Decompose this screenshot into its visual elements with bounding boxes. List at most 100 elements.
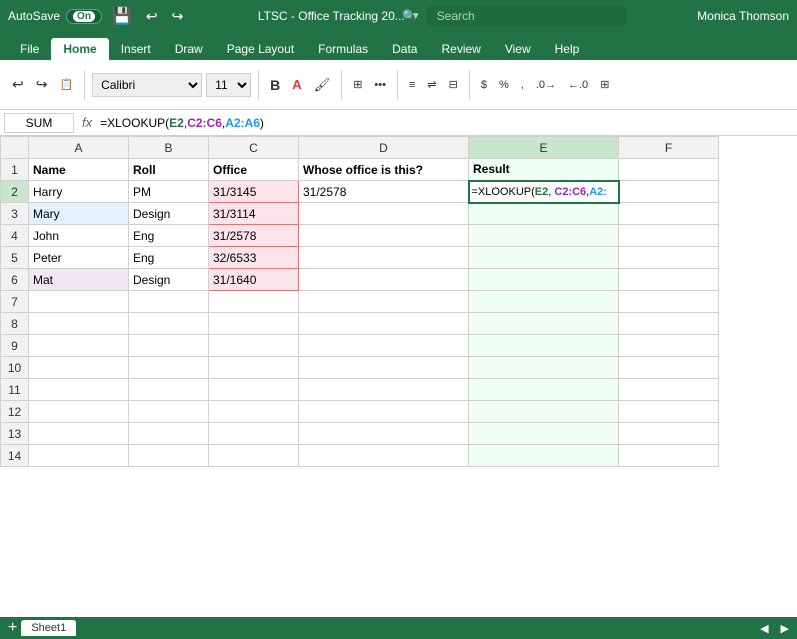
scroll-right-icon[interactable]: ▶: [781, 622, 789, 635]
cell-c2[interactable]: 31/3145: [209, 181, 299, 203]
cell-d9[interactable]: [299, 335, 469, 357]
cell-a3[interactable]: Mary: [29, 203, 129, 225]
tab-home[interactable]: Home: [51, 38, 108, 60]
cell-c7[interactable]: [209, 291, 299, 313]
cell-b12[interactable]: [129, 401, 209, 423]
cell-d6[interactable]: [299, 269, 469, 291]
undo-btn[interactable]: ↩: [8, 73, 28, 96]
autosave-toggle[interactable]: On: [66, 9, 102, 24]
cell-b14[interactable]: [129, 445, 209, 467]
tab-data[interactable]: Data: [380, 38, 429, 60]
cell-e11[interactable]: [469, 379, 619, 401]
percent-btn[interactable]: %: [495, 76, 513, 94]
col-header-f[interactable]: F: [619, 137, 719, 159]
cell-d3[interactable]: [299, 203, 469, 225]
cell-d13[interactable]: [299, 423, 469, 445]
tab-insert[interactable]: Insert: [109, 38, 163, 60]
cell-b7[interactable]: [129, 291, 209, 313]
cell-b9[interactable]: [129, 335, 209, 357]
cell-c13[interactable]: [209, 423, 299, 445]
cell-f11[interactable]: [619, 379, 719, 401]
cell-b8[interactable]: [129, 313, 209, 335]
cell-f6[interactable]: [619, 269, 719, 291]
cell-f8[interactable]: [619, 313, 719, 335]
cell-d7[interactable]: [299, 291, 469, 313]
cell-f1[interactable]: [619, 159, 719, 181]
cell-e14[interactable]: [469, 445, 619, 467]
merge-btn[interactable]: ⊟: [445, 75, 462, 94]
borders-btn[interactable]: ⊞: [349, 75, 366, 94]
cell-a1[interactable]: Name: [29, 159, 129, 181]
cell-a11[interactable]: [29, 379, 129, 401]
cell-e1[interactable]: Result: [469, 159, 619, 181]
cell-d2[interactable]: 31/2578: [299, 181, 469, 203]
cell-d10[interactable]: [299, 357, 469, 379]
cell-e2[interactable]: =XLOOKUP(E2, C2:C6,A2:: [469, 181, 619, 203]
sheet1-tab[interactable]: Sheet1: [21, 620, 76, 636]
cell-f12[interactable]: [619, 401, 719, 423]
col-header-d[interactable]: D: [299, 137, 469, 159]
cell-b5[interactable]: Eng: [129, 247, 209, 269]
cell-c6[interactable]: 31/1640: [209, 269, 299, 291]
cell-e4[interactable]: [469, 225, 619, 247]
tab-formulas[interactable]: Formulas: [306, 38, 380, 60]
cell-a10[interactable]: [29, 357, 129, 379]
add-sheet-button[interactable]: +: [8, 620, 17, 636]
cell-f13[interactable]: [619, 423, 719, 445]
redo-icon[interactable]: ↪: [168, 5, 188, 28]
cell-a8[interactable]: [29, 313, 129, 335]
redo-btn[interactable]: ↪: [32, 73, 52, 96]
highlight-btn[interactable]: 🖌: [310, 74, 335, 96]
cell-f9[interactable]: [619, 335, 719, 357]
search-input[interactable]: [427, 6, 627, 26]
cell-d12[interactable]: [299, 401, 469, 423]
cell-a7[interactable]: [29, 291, 129, 313]
font-color-btn[interactable]: A: [288, 74, 305, 95]
tab-view[interactable]: View: [493, 38, 543, 60]
save-icon[interactable]: 💾: [108, 3, 136, 29]
cell-b4[interactable]: Eng: [129, 225, 209, 247]
cell-b6[interactable]: Design: [129, 269, 209, 291]
col-header-c[interactable]: C: [209, 137, 299, 159]
cell-d4[interactable]: [299, 225, 469, 247]
cell-d1[interactable]: Whose office is this?: [299, 159, 469, 181]
cell-c4[interactable]: 31/2578: [209, 225, 299, 247]
cell-a5[interactable]: Peter: [29, 247, 129, 269]
col-header-e[interactable]: E: [469, 137, 619, 159]
cell-e8[interactable]: [469, 313, 619, 335]
cell-b1[interactable]: Roll: [129, 159, 209, 181]
col-header-a[interactable]: A: [29, 137, 129, 159]
col-header-b[interactable]: B: [129, 137, 209, 159]
cell-b11[interactable]: [129, 379, 209, 401]
tab-page-layout[interactable]: Page Layout: [215, 38, 306, 60]
cell-f10[interactable]: [619, 357, 719, 379]
tab-review[interactable]: Review: [429, 38, 492, 60]
cell-d14[interactable]: [299, 445, 469, 467]
font-family-select[interactable]: Calibri Arial Times New Roman: [92, 73, 202, 97]
undo-icon[interactable]: ↩: [142, 5, 162, 28]
number-format-btn[interactable]: ⊞: [596, 75, 613, 94]
cell-f5[interactable]: [619, 247, 719, 269]
cell-c14[interactable]: [209, 445, 299, 467]
cell-f14[interactable]: [619, 445, 719, 467]
cell-c5[interactable]: 32/6533: [209, 247, 299, 269]
cell-a9[interactable]: [29, 335, 129, 357]
cell-a13[interactable]: [29, 423, 129, 445]
clipboard-btn[interactable]: 📋: [55, 75, 77, 94]
cell-a6[interactable]: Mat: [29, 269, 129, 291]
tab-draw[interactable]: Draw: [163, 38, 215, 60]
cell-a4[interactable]: John: [29, 225, 129, 247]
cell-b10[interactable]: [129, 357, 209, 379]
cell-a2[interactable]: Harry: [29, 181, 129, 203]
cell-b2[interactable]: PM: [129, 181, 209, 203]
cell-e3[interactable]: [469, 203, 619, 225]
more-btn[interactable]: •••: [370, 76, 390, 94]
cell-c10[interactable]: [209, 357, 299, 379]
cell-b3[interactable]: Design: [129, 203, 209, 225]
comma-btn[interactable]: ,: [517, 76, 528, 94]
cell-c8[interactable]: [209, 313, 299, 335]
scroll-left-icon[interactable]: ◀: [760, 622, 768, 635]
increase-decimal-btn[interactable]: .0→: [532, 76, 560, 94]
cell-f7[interactable]: [619, 291, 719, 313]
cell-c12[interactable]: [209, 401, 299, 423]
